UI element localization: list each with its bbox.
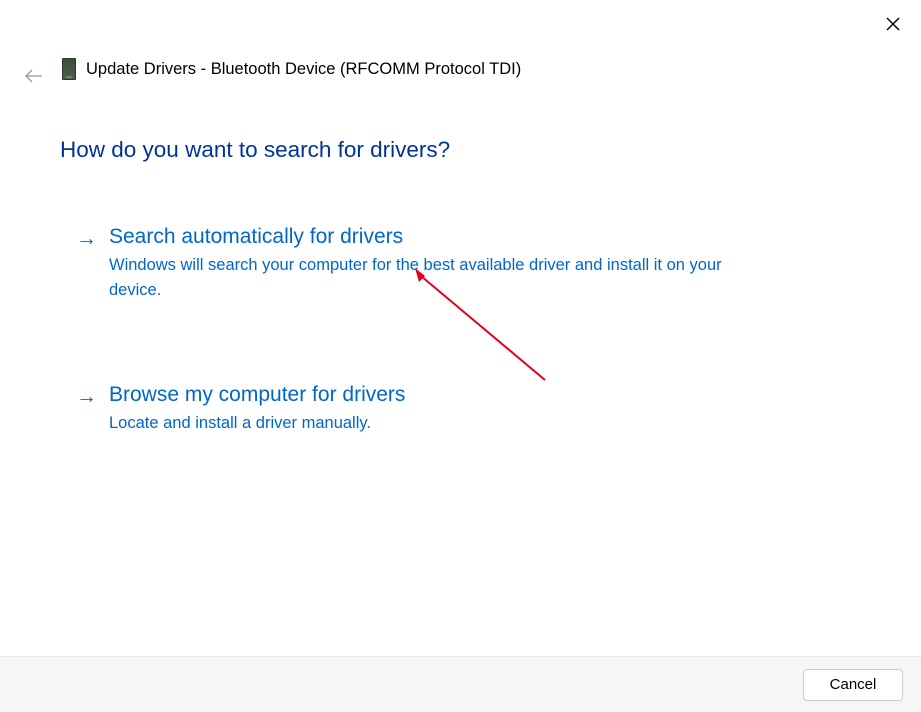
- back-button[interactable]: [22, 64, 46, 88]
- option-browse-computer[interactable]: → Browse my computer for drivers Locate …: [76, 383, 776, 436]
- window-header: Update Drivers - Bluetooth Device (RFCOM…: [62, 58, 521, 80]
- window-title: Update Drivers - Bluetooth Device (RFCOM…: [86, 60, 521, 79]
- options-list: → Search automatically for drivers Windo…: [76, 225, 776, 515]
- close-icon: [886, 17, 900, 31]
- option-title: Browse my computer for drivers: [109, 383, 776, 407]
- footer: Cancel: [0, 656, 921, 712]
- arrow-right-icon: →: [76, 225, 97, 252]
- cancel-button[interactable]: Cancel: [803, 669, 903, 701]
- option-description: Windows will search your computer for th…: [109, 253, 749, 303]
- option-title: Search automatically for drivers: [109, 225, 776, 249]
- option-description: Locate and install a driver manually.: [109, 411, 749, 436]
- main-heading: How do you want to search for drivers?: [60, 137, 450, 163]
- device-icon: [62, 58, 76, 80]
- close-button[interactable]: [883, 14, 903, 34]
- arrow-right-icon: →: [76, 383, 97, 410]
- option-search-automatically[interactable]: → Search automatically for drivers Windo…: [76, 225, 776, 303]
- back-arrow-icon: [24, 68, 44, 84]
